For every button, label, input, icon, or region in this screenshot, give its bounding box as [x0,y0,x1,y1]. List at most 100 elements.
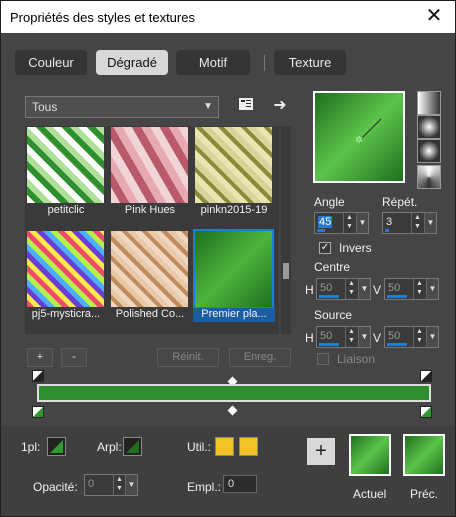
chevron-down-icon[interactable]: ▼ [358,279,370,299]
gradient-swatch [111,127,188,203]
center-h-field[interactable]: 50 ▲ ▼ ▼ [316,278,371,300]
gradient-swatch [27,127,104,203]
center-h-value: 50 [320,282,333,294]
gallery-item-label: Polished Co... [115,308,185,320]
close-icon[interactable]: ✕ [419,4,449,30]
category-value: Tous [32,100,58,114]
top-right-marker[interactable] [420,370,432,382]
gradient-swatch [195,127,272,203]
center-v-slider-fill [387,295,407,298]
foreground-label: 1pl: [21,440,41,454]
gallery-item-label: petitclic [47,204,85,216]
previous-swatch[interactable] [403,434,445,476]
tab-texture[interactable]: Texture [274,50,346,75]
chevron-down-icon[interactable]: ▼ [424,213,436,233]
window-title: Propriétés des styles et textures [10,10,195,25]
tab-degrade[interactable]: Dégradé [96,50,168,75]
center-v-value: 50 [388,282,401,294]
gallery-item-label: pinkn2015-19 [200,204,268,216]
current-label: Actuel [353,487,387,501]
used-label: Util.: [187,440,211,454]
source-h-slider-fill [319,343,339,346]
color-midpoint-marker[interactable] [227,405,238,416]
angle-field[interactable]: 45 ▲ ▼ ▼ [314,212,369,234]
source-v-slider-fill [387,343,407,346]
gradient-bar[interactable] [37,384,431,402]
gradient-preview[interactable]: ✲ [313,91,405,183]
right-color-stop[interactable] [420,406,432,418]
gallery-item-pinkn2015-19[interactable]: pinkn2015-19 [193,126,275,216]
source-v-label: V [373,331,382,345]
location-field[interactable]: 0 [223,475,257,493]
gallery-item-pj5-mysticra[interactable]: pj5-mysticra... [25,230,107,320]
location-label: Empl.: [187,480,222,494]
opacity-stepper[interactable]: ▲ ▼ [113,475,125,495]
source-label: Source [314,308,353,322]
center-v-stepper[interactable]: ▲ ▼ [413,279,425,299]
source-h-label: H [305,331,314,345]
remove-gradient-button[interactable]: - [61,348,87,367]
tab-motif[interactable]: Motif [176,50,250,75]
background-swatch[interactable] [123,437,142,456]
gallery-item-label: Premier pla... [193,308,275,322]
gradient-gallery: petitclic Pink Hues pinkn2015-19 pj5-mys… [25,126,279,334]
opacity-label: Opacité: [33,480,78,494]
repeat-field[interactable]: 3 ▲ ▼ ▼ [382,212,437,234]
used-color-swatch-1[interactable] [215,437,234,456]
repeat-label: Répét. [382,195,418,209]
gradient-swatch [193,229,274,309]
gradient-swatch [111,231,188,307]
tab-couleur[interactable]: Couleur [15,50,87,75]
add-to-swatches-button[interactable]: + [307,438,335,465]
left-color-stop[interactable] [32,406,44,418]
chevron-down-icon[interactable]: ▼ [356,213,368,233]
link-checkbox[interactable] [317,353,329,365]
source-h-stepper[interactable]: ▲ ▼ [345,327,357,347]
angle-stepper[interactable]: ▲ ▼ [343,213,355,233]
reset-button[interactable]: Réinit. [157,348,219,367]
current-swatch[interactable] [349,434,391,476]
opacity-field[interactable]: 0 ▲ ▼ ▼ [84,474,138,496]
center-h-label: H [305,283,314,297]
scrollbar-thumb[interactable] [283,263,289,279]
chevron-down-icon[interactable]: ▼ [125,475,137,495]
radial-gradient-style-icon[interactable] [417,165,441,189]
source-h-value: 50 [320,330,333,342]
center-v-field[interactable]: 50 ▲ ▼ ▼ [384,278,439,300]
chevron-down-icon[interactable]: ▼ [358,327,370,347]
gallery-options-icon[interactable] [237,96,255,114]
dialog-window: Propriétés des styles et textures ✕ Coul… [0,0,456,517]
chevron-down-icon[interactable]: ▼ [426,279,438,299]
used-color-swatch-2[interactable] [239,437,258,456]
gradient-swatch [27,231,104,307]
background-label: Arpl: [97,440,122,454]
chevron-down-icon[interactable]: ▼ [426,327,438,347]
source-v-stepper[interactable]: ▲ ▼ [413,327,425,347]
add-gradient-button[interactable]: + [27,348,53,367]
source-v-field[interactable]: 50 ▲ ▼ ▼ [384,326,439,348]
gallery-item-premier-pla[interactable]: Premier pla... [193,229,275,322]
arrow-right-icon[interactable]: ➜ [271,95,289,114]
gallery-item-polished-co[interactable]: Polished Co... [109,230,191,320]
center-h-stepper[interactable]: ▲ ▼ [345,279,357,299]
rectangular-gradient-style-icon[interactable] [417,115,441,139]
source-h-field[interactable]: 50 ▲ ▼ ▼ [316,326,371,348]
top-left-marker[interactable] [32,370,44,382]
gallery-scrollbar[interactable] [281,126,291,334]
foreground-swatch[interactable] [47,437,66,456]
linear-gradient-style-icon[interactable] [417,91,441,115]
gallery-item-pink-hues[interactable]: Pink Hues [109,126,191,216]
gallery-item-label: pj5-mysticra... [31,308,101,320]
category-dropdown[interactable]: Tous ▼ [25,96,219,118]
center-h-slider-fill [319,295,339,298]
sunburst-gradient-style-icon[interactable] [417,139,441,163]
save-button[interactable]: Enreg. [229,348,291,367]
repeat-stepper[interactable]: ▲ ▼ [411,213,423,233]
gallery-item-label: Pink Hues [124,204,176,216]
source-v-value: 50 [388,330,401,342]
center-v-label: V [373,283,382,297]
gallery-item-petitclic[interactable]: petitclic [25,126,107,216]
title-bar: Propriétés des styles et textures ✕ [1,1,455,33]
center-label: Centre [314,260,351,274]
invert-checkbox[interactable]: ✓ [319,242,331,254]
